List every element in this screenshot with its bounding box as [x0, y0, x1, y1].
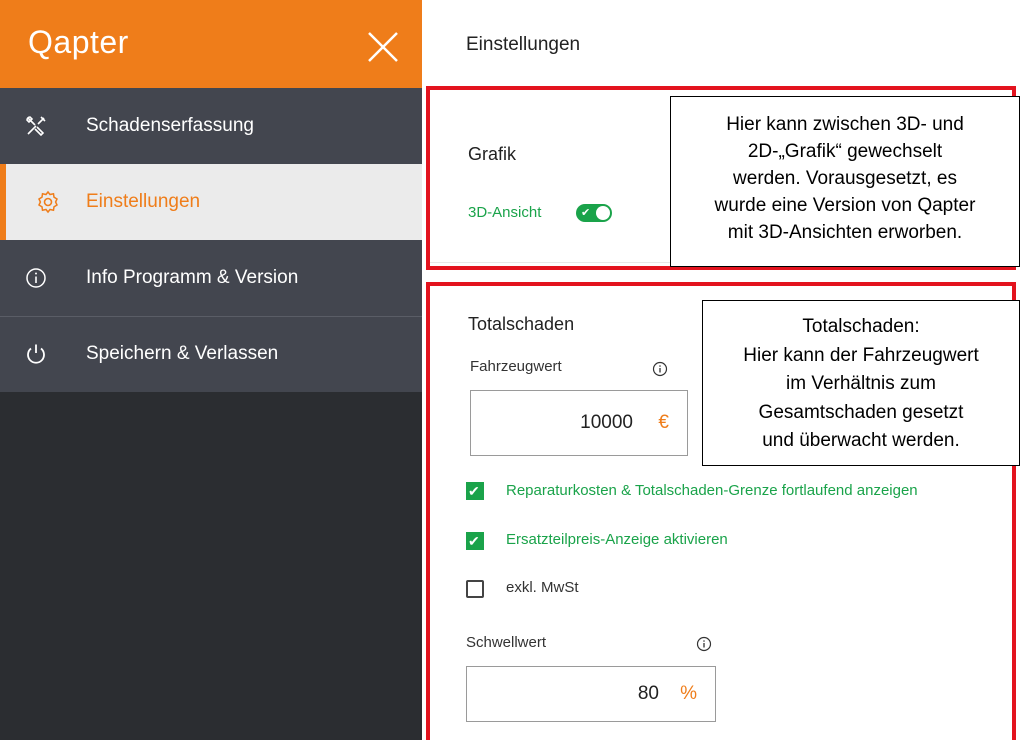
info-icon	[26, 268, 46, 288]
checkbox-exkl-mwst-label: exkl. MwSt	[506, 579, 579, 596]
checkbox-reparaturkosten-label: Reparaturkosten & Totalschaden-Grenze fo…	[506, 482, 918, 499]
close-icon[interactable]	[366, 30, 400, 64]
schwellwert-input[interactable]: 80 %	[466, 666, 716, 722]
info-icon[interactable]	[652, 361, 668, 377]
toggle-knob	[596, 206, 610, 220]
sidebar-item-speichern[interactable]: Speichern & Verlassen	[0, 316, 422, 392]
callout-line: Gesamtschaden gesetzt	[758, 401, 964, 423]
checkbox-reparaturkosten[interactable]: ✔	[466, 482, 484, 500]
callout-line: werden. Vorausgesetzt, es	[733, 168, 957, 189]
check-icon: ✔	[581, 207, 591, 219]
sidebar-item-einstellungen[interactable]: Einstellungen	[0, 164, 422, 240]
qapter-logo: Qapter	[28, 24, 129, 60]
sidebar-menu: Schadenserfassung Einstellungen Info Pro…	[0, 88, 422, 392]
callout-line: und überwacht werden.	[762, 430, 960, 451]
sidebar-item-info[interactable]: Info Programm & Version	[0, 240, 422, 316]
sidebar-item-schadenserfassung[interactable]: Schadenserfassung	[0, 88, 422, 164]
toggle-label-3d: 3D-Ansicht	[468, 204, 542, 221]
sidebar-item-label: Schadenserfassung	[86, 115, 254, 136]
checkbox-ersatzteilpreis[interactable]: ✔	[466, 532, 484, 550]
info-icon[interactable]	[696, 636, 712, 652]
power-icon	[27, 344, 45, 364]
callout-line: Hier kann der Fahrzeugwert	[743, 344, 979, 366]
3d-view-toggle[interactable]: ✔	[576, 204, 612, 222]
euro-unit: €	[658, 412, 669, 433]
schwellwert-label: Schwellwert	[466, 634, 547, 651]
callout-line: wurde eine Version von Qapter	[714, 195, 976, 216]
callout-line: mit 3D-Ansichten erworben.	[727, 222, 963, 243]
sidebar-item-label: Speichern & Verlassen	[86, 343, 279, 364]
schwellwert-value: 80	[637, 683, 659, 704]
check-icon: ✔	[468, 533, 480, 549]
fahrzeugwert-label: Fahrzeugwert	[470, 358, 562, 375]
callout-line: Hier kann zwischen 3D- und	[726, 114, 964, 135]
totalschaden-callout: Totalschaden: Hier kann der Fahrzeugwert…	[702, 300, 1020, 466]
brand-header: Qapter	[0, 0, 422, 88]
fahrzeugwert-value: 10000	[580, 412, 633, 433]
grafik-heading: Grafik	[468, 144, 517, 164]
fahrzeugwert-input[interactable]: 10000 €	[470, 390, 688, 456]
tools-icon	[26, 116, 46, 137]
checkbox-exkl-mwst[interactable]	[466, 580, 484, 598]
sidebar: Qapter Schadenserfassung Einstellungen I…	[0, 0, 422, 740]
checkbox-ersatzteilpreis-label: Ersatzteilpreis-Anzeige aktivieren	[506, 531, 728, 548]
callout-line: im Verhältnis zum	[786, 373, 936, 394]
totalschaden-heading: Totalschaden	[468, 314, 575, 334]
callout-line: 2D-„Grafik“ gewechselt	[747, 141, 943, 162]
sidebar-item-label: Info Programm & Version	[86, 267, 299, 288]
percent-unit: %	[680, 683, 697, 704]
page-title: Einstellungen	[466, 34, 581, 55]
callout-line: Totalschaden:	[802, 316, 920, 337]
grafik-callout: Hier kann zwischen 3D- und 2D-„Grafik“ g…	[670, 96, 1020, 267]
sidebar-item-label: Einstellungen	[86, 191, 201, 212]
check-icon: ✔	[468, 483, 480, 499]
gear-icon	[38, 190, 58, 214]
